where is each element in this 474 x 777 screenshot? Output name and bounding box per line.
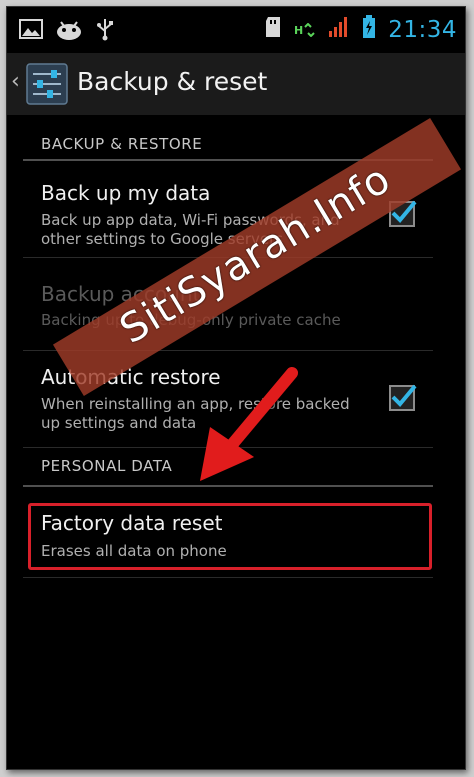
- battery-icon: [362, 15, 376, 45]
- clock: 21:34: [388, 17, 457, 43]
- data-transfer-icon: H: [294, 17, 316, 43]
- android-icon: [55, 18, 83, 46]
- automatic-restore-checkbox[interactable]: [389, 384, 417, 411]
- status-bar: H 21:34: [7, 7, 465, 53]
- sdcard-icon: [264, 16, 282, 44]
- gallery-icon: [19, 18, 43, 46]
- settings-app-icon[interactable]: [25, 62, 69, 106]
- red-arrow-icon: [192, 367, 302, 491]
- item-title: Back up my data: [41, 181, 211, 205]
- page-title: Backup & reset: [77, 67, 268, 96]
- action-bar[interactable]: ‹ Backup & reset: [7, 53, 465, 117]
- signal-icon: [328, 15, 350, 45]
- highlight-box: [28, 503, 432, 570]
- usb-icon: [95, 17, 115, 47]
- phone-screen: H 21:34 ‹ Backup & reset BACKUP & RESTOR…: [6, 6, 466, 770]
- checkmark-icon: [391, 384, 417, 407]
- up-caret-icon[interactable]: ‹: [11, 69, 20, 94]
- svg-text:H: H: [294, 24, 303, 37]
